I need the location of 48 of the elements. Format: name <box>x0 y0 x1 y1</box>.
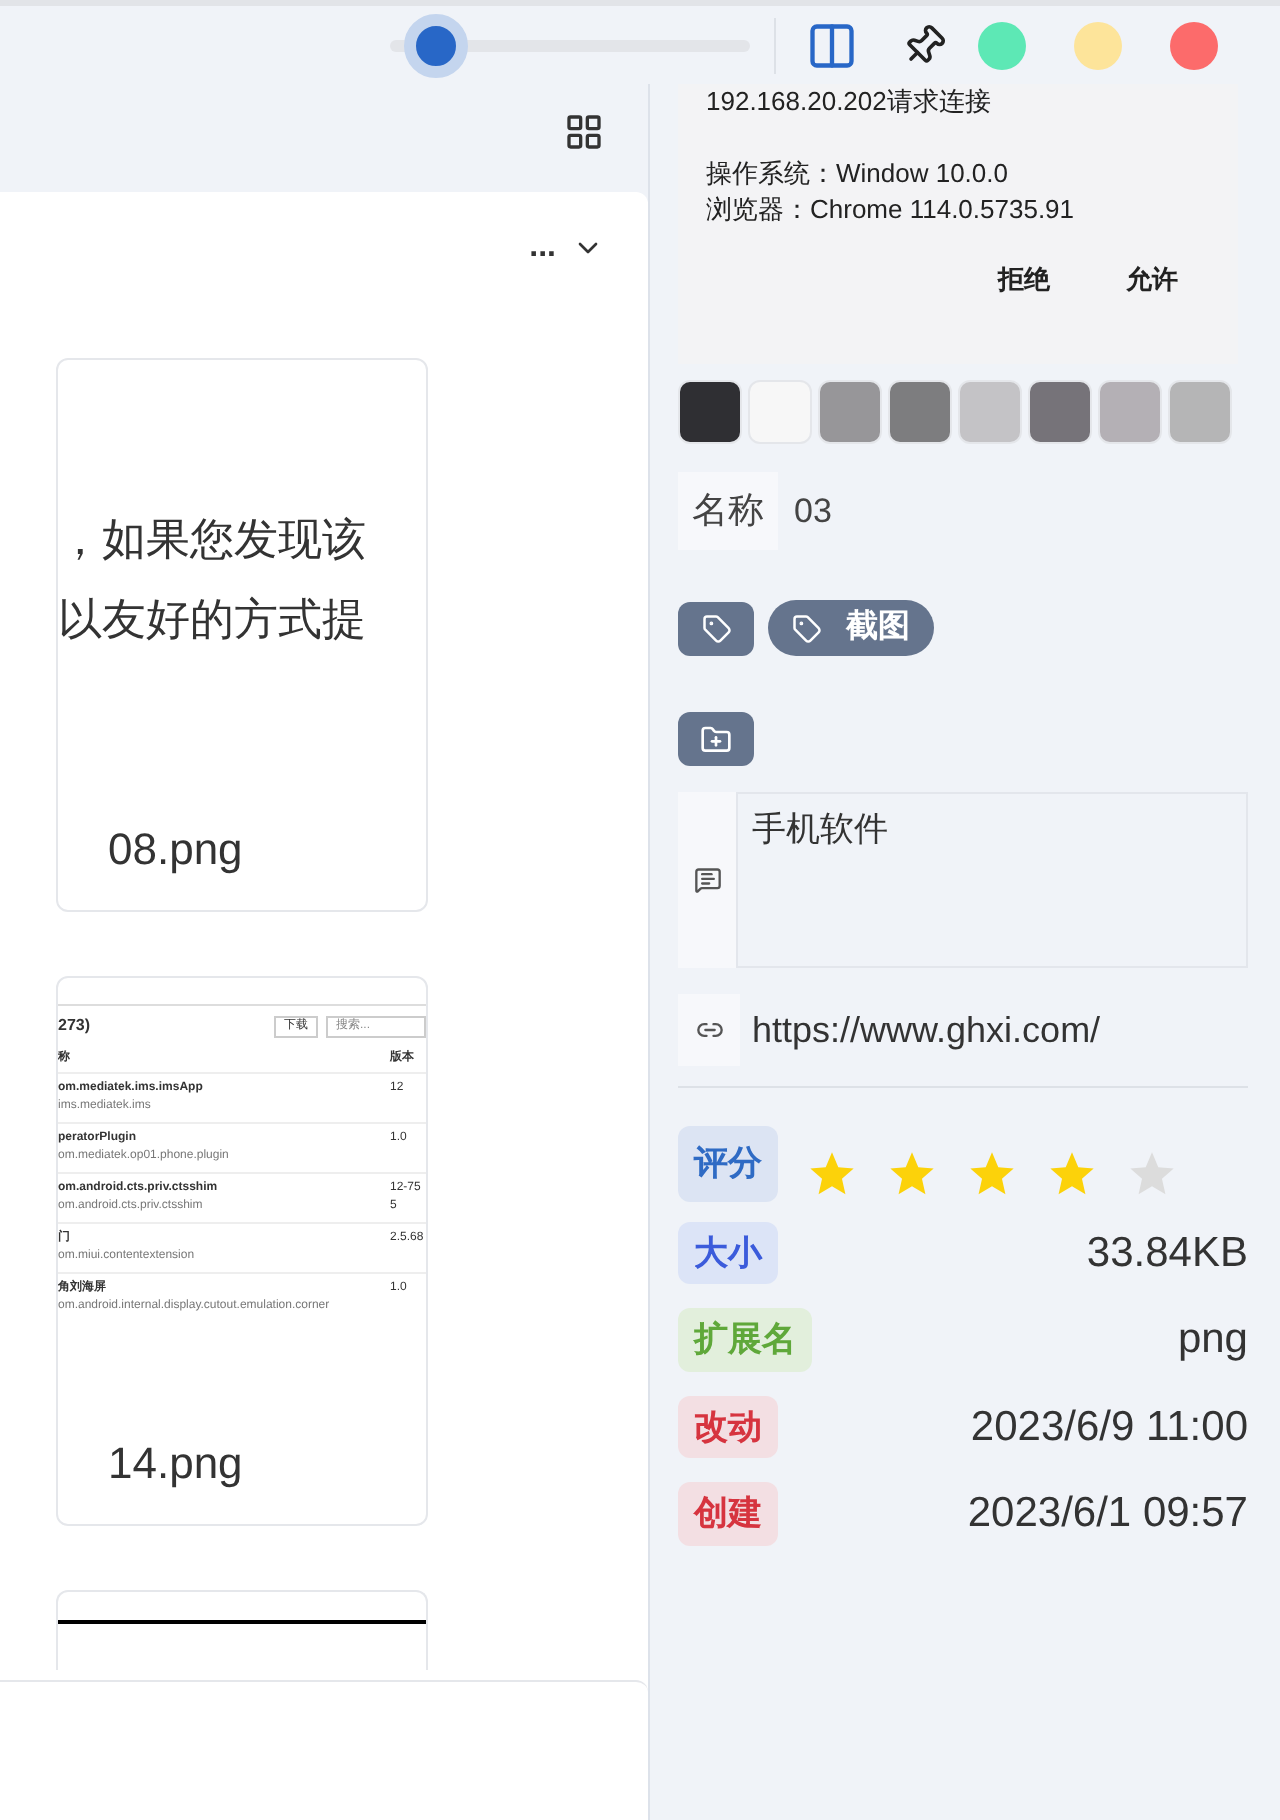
tag-label: 截图 <box>846 607 910 648</box>
add-folder-button[interactable] <box>678 712 754 766</box>
color-swatch[interactable] <box>678 380 742 444</box>
preview-text: 浏览器：Chrome 114.0.5735.91 <box>706 192 1077 228</box>
window-control[interactable] <box>978 21 1026 69</box>
comment-icon <box>693 866 721 894</box>
file-name: 14.png <box>106 1436 245 1492</box>
color-swatch[interactable] <box>1098 380 1162 444</box>
property-value: 2023/6/9 11:00 <box>970 1401 1248 1453</box>
note-field[interactable]: 手机软件 <box>736 792 1248 968</box>
color-swatch[interactable] <box>1028 380 1092 444</box>
tag-icon <box>792 613 822 643</box>
property-label: 改动 <box>678 1395 778 1458</box>
preview-text: 192.168.20.202请求连接 <box>706 84 993 120</box>
preview-text: 操作系统：Window 10.0.0 <box>706 156 1010 192</box>
property-value: 2023/6/1 09:57 <box>967 1488 1248 1540</box>
window-control[interactable] <box>1170 21 1218 69</box>
link-field[interactable]: https://www.ghxi.com/ <box>752 1003 1101 1057</box>
slider-thumb[interactable] <box>404 13 469 77</box>
property-label: 创建 <box>678 1482 778 1545</box>
preview-button-label: 允许 <box>1126 262 1178 298</box>
property-value: 33.84KB <box>1086 1227 1248 1279</box>
table-title: 273) <box>58 1014 91 1038</box>
thumbnail-card[interactable]: ，如果您发现该 以友好的方式提 08.png <box>56 358 428 912</box>
thumbnail-card[interactable] <box>56 976 428 1526</box>
color-swatch[interactable] <box>1168 380 1232 444</box>
property-label: 大小 <box>678 1221 778 1284</box>
grid-view-icon[interactable] <box>564 112 604 152</box>
name-value[interactable]: 03 <box>794 485 832 537</box>
zoom-slider[interactable] <box>390 13 750 77</box>
property-value: png <box>1177 1314 1248 1366</box>
thumbnail-card[interactable] <box>56 1590 428 1670</box>
tag[interactable]: 截图 <box>768 600 934 656</box>
tag-icon <box>701 613 731 643</box>
thumbnail-text: ，如果您发现该 <box>58 512 368 568</box>
color-swatch[interactable] <box>888 380 952 444</box>
folder-plus-icon <box>700 723 732 755</box>
more-button[interactable]: ... <box>529 224 556 272</box>
color-swatch[interactable] <box>958 380 1022 444</box>
preview-button-label: 拒绝 <box>998 262 1050 298</box>
field-label: 名称 <box>678 472 778 550</box>
rating-label: 评分 <box>678 1126 778 1201</box>
color-swatch[interactable] <box>818 380 882 444</box>
file-name: 08.png <box>106 822 245 878</box>
sidebar-toggle-icon[interactable] <box>806 19 858 71</box>
thumbnail-text: 以友好的方式提 <box>58 592 368 648</box>
property-label: 扩展名 <box>678 1308 812 1371</box>
add-tag-button[interactable] <box>678 601 754 655</box>
